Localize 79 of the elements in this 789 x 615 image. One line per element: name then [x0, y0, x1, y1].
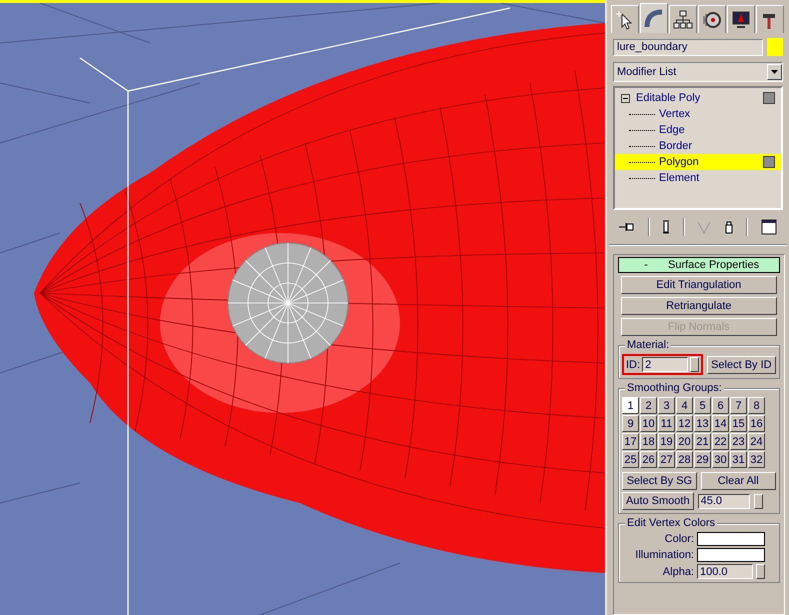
group-label: Material:	[625, 339, 672, 351]
object-name-field[interactable]: lure_boundary	[613, 38, 763, 56]
select-by-id-button[interactable]: Select By ID	[707, 356, 776, 374]
dropdown-arrow-icon	[771, 70, 778, 74]
modifier-list-dropdown[interactable]: Modifier List	[613, 62, 783, 82]
smoothing-group-button[interactable]: 19	[658, 433, 675, 450]
field-label: Illumination:	[634, 549, 694, 561]
panel-tab[interactable]	[727, 5, 755, 33]
smoothing-group-button[interactable]: 27	[658, 451, 675, 468]
smoothing-group-button[interactable]: 3	[658, 397, 675, 414]
spinner-arrows-icon[interactable]	[690, 357, 700, 372]
modifier-stack-item[interactable]: Edge	[615, 122, 781, 138]
panel-button[interactable]: Retriangulate	[621, 297, 777, 315]
monitor-icon	[731, 10, 751, 30]
panel-button[interactable]: Edit Triangulation	[621, 276, 777, 294]
smoothing-group-button[interactable]: 16	[748, 415, 765, 432]
smoothing-group-button[interactable]: 5	[694, 397, 711, 414]
color-swatch[interactable]	[697, 548, 765, 562]
color-swatch[interactable]	[697, 532, 765, 546]
pin-icon[interactable]	[619, 221, 636, 233]
smoothing-group-button[interactable]: 10	[640, 415, 657, 432]
smoothing-group-button[interactable]: 17	[622, 433, 639, 450]
select-by-sg-button[interactable]: Select By SG	[622, 472, 697, 490]
smoothing-group-button[interactable]: 9	[622, 415, 639, 432]
smoothing-group-button[interactable]: 11	[658, 415, 675, 432]
smoothing-group-button[interactable]: 23	[730, 433, 747, 450]
field-label: Alpha:	[662, 566, 694, 578]
smoothing-group-button[interactable]: 13	[694, 415, 711, 432]
rollout-header[interactable]: - Surface Properties	[618, 257, 780, 273]
smoothing-group-button[interactable]: 31	[730, 451, 747, 468]
smoothing-group-button[interactable]: 2	[640, 397, 657, 414]
auto-smooth-button[interactable]: Auto Smooth	[622, 492, 694, 510]
threshold-spinner-field[interactable]: 45.0	[698, 494, 750, 508]
smoothing-group-button[interactable]: 28	[676, 451, 693, 468]
smoothing-group-button[interactable]: 30	[712, 451, 729, 468]
panel-tab[interactable]	[756, 5, 784, 33]
modifier-stack-item[interactable]: Border	[615, 138, 781, 154]
smoothing-group-button[interactable]: 12	[676, 415, 693, 432]
panel-tab[interactable]	[669, 5, 697, 33]
alpha-spinner-field[interactable]: 100.0	[697, 564, 753, 579]
field-label: Color:	[664, 533, 694, 545]
toggle-icon	[763, 92, 775, 104]
modifier-stack-item[interactable]: Editable Poly	[615, 90, 781, 106]
wheel-icon	[702, 10, 722, 30]
hierarchy-icon	[673, 10, 693, 30]
smoothing-group-button[interactable]: 1	[622, 397, 639, 414]
group-label: Edit Vertex Colors	[625, 517, 718, 529]
curved-pipe-icon	[644, 8, 664, 28]
toggle-icon	[763, 156, 775, 168]
spinner-arrows-icon[interactable]	[756, 564, 765, 579]
smoothing-group-button[interactable]: 21	[694, 433, 711, 450]
smoothing-group-button[interactable]: 25	[622, 451, 639, 468]
smoothing-group-button[interactable]: 24	[748, 433, 765, 450]
field-label: ID:	[626, 358, 640, 370]
panel-tab[interactable]	[698, 5, 726, 33]
panel-tab[interactable]	[611, 5, 639, 33]
smoothing-group-button[interactable]: 20	[676, 433, 693, 450]
smoothing-group-button[interactable]: 8	[748, 397, 765, 414]
smoothing-group-button[interactable]: 22	[712, 433, 729, 450]
smoothing-group-button[interactable]: 15	[730, 415, 747, 432]
smoothing-group-button[interactable]: 32	[748, 451, 765, 468]
modifier-stack-item[interactable]: Polygon	[615, 154, 781, 170]
clear-all-button[interactable]: Clear All	[700, 472, 776, 490]
panel-tab[interactable]	[640, 3, 668, 33]
collapse-icon[interactable]	[621, 94, 630, 102]
smoothing-group-button[interactable]: 7	[730, 397, 747, 414]
smoothing-group-button[interactable]: 14	[712, 415, 729, 432]
modifier-stack-item[interactable]: Element	[615, 170, 781, 186]
smoothing-group-button[interactable]: 26	[640, 451, 657, 468]
id-spinner-field[interactable]: 2	[642, 357, 688, 372]
object-color-swatch[interactable]	[767, 38, 783, 56]
smoothing-group-button[interactable]: 4	[676, 397, 693, 414]
spinner-arrows-icon[interactable]	[754, 494, 763, 508]
smoothing-group-button[interactable]: 6	[712, 397, 729, 414]
smoothing-group-button[interactable]: 18	[640, 433, 657, 450]
modifier-stack-item[interactable]: Vertex	[615, 106, 781, 122]
cursor-sparkle-icon	[616, 10, 634, 30]
group-label: Smoothing Groups:	[625, 382, 724, 394]
smoothing-group-button[interactable]: 29	[694, 451, 711, 468]
